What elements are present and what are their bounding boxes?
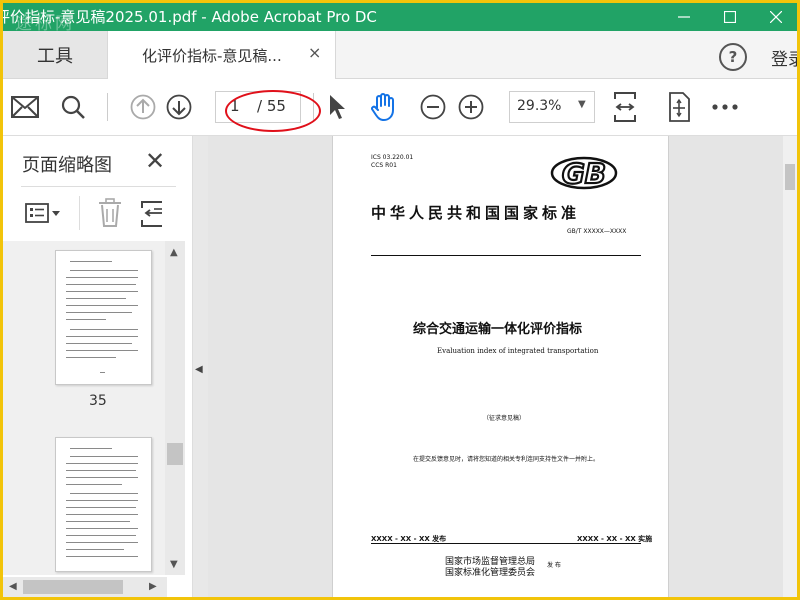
scroll-thumb[interactable] (167, 443, 183, 465)
minimize-button[interactable] (661, 3, 707, 31)
standard-code: GB/T XXXXX—XXXX (567, 228, 627, 235)
tab-bar: 工具 化评价指标-意见稿... × ? 登录 (3, 31, 797, 79)
mail-icon (11, 96, 39, 118)
zoom-in-button[interactable] (455, 79, 487, 135)
next-page-button[interactable] (161, 79, 197, 135)
login-link[interactable]: 登录 (771, 45, 797, 70)
page-thumbnail[interactable] (55, 250, 152, 385)
tab-tools[interactable]: 工具 (3, 31, 107, 78)
page-thumbnail[interactable] (55, 437, 152, 572)
more-icon (712, 104, 738, 110)
fit-page-button[interactable] (609, 79, 641, 135)
thumbnail-page-number: 35 (89, 393, 107, 409)
trash-icon (99, 198, 121, 227)
tab-close-icon[interactable]: × (308, 43, 321, 62)
draft-label: （征求意见稿） (483, 415, 526, 422)
thumbnail-list[interactable]: 35 (3, 241, 185, 575)
delete-page-button[interactable] (97, 198, 123, 232)
document-view[interactable]: ICS 03.220.01 CCS R01 GB 中华人民共和国国家标准 GB/… (208, 136, 783, 597)
issue-label: 发 布 (547, 562, 561, 569)
issuer-2: 国家标准化管理委员会 (445, 568, 536, 578)
thumbnail-options-button[interactable] (25, 202, 63, 230)
gb-logo-text: GB (562, 157, 606, 190)
chevron-down-icon: ▼ (578, 99, 586, 110)
insert-page-icon (141, 201, 162, 227)
hand-tool-button[interactable] (365, 79, 403, 135)
close-icon (770, 11, 782, 23)
thumbnail-hscrollbar[interactable]: ◀ ▶ (3, 577, 167, 597)
ccs-code: CCS R01 (371, 162, 397, 169)
next-page-icon (166, 94, 192, 120)
gb-logo: GB (550, 156, 618, 191)
scroll-mode-icon (669, 92, 690, 122)
document-title-cn: 综合交通运输一体化评价指标 (413, 322, 583, 337)
tab-document[interactable]: 化评价指标-意见稿... × (107, 31, 336, 79)
scroll-left-icon[interactable]: ◀ (9, 581, 17, 592)
maximize-button[interactable] (707, 3, 753, 31)
minimize-icon (678, 16, 690, 18)
document-scrollbar[interactable] (783, 136, 797, 597)
thumbnail-options-icon (25, 203, 60, 223)
scroll-down-icon[interactable]: ▼ (170, 559, 178, 570)
thumbnail-scrollbar[interactable]: ▲ ▼ (165, 241, 185, 575)
ics-code: ICS 03.220.01 (371, 154, 414, 161)
thumbnails-panel: 页面缩略图 ✕ 35 ▲ ▼ ◀ ▶ (3, 136, 193, 597)
email-button[interactable] (7, 79, 43, 135)
scroll-up-icon[interactable]: ▲ (170, 247, 178, 258)
help-button[interactable]: ? (719, 43, 747, 71)
pdf-page: ICS 03.220.01 CCS R01 GB 中华人民共和国国家标准 GB/… (332, 136, 669, 597)
zoom-out-icon (420, 94, 446, 120)
toolbar-separator (107, 93, 108, 121)
panel-separator (79, 196, 80, 230)
title-bar: 评价指标-意见稿2025.01.pdf - Adobe Acrobat Pro … (3, 3, 797, 34)
search-button[interactable] (55, 79, 91, 135)
document-title-en: Evaluation index of integrated transport… (437, 347, 599, 355)
panel-divider (21, 186, 176, 187)
zoom-in-icon (458, 94, 484, 120)
panel-title: 页面缩略图 (22, 155, 112, 176)
panel-collapse-handle[interactable]: ◀ (193, 136, 208, 597)
zoom-out-button[interactable] (417, 79, 449, 135)
footer-rule (371, 543, 641, 544)
prev-page-button[interactable] (125, 79, 161, 135)
acrobat-window: 评价指标-意见稿2025.01.pdf - Adobe Acrobat Pro … (3, 3, 797, 597)
highlight-annotation (225, 90, 321, 132)
collapse-arrow-icon: ◀ (195, 364, 203, 375)
header-rule (371, 255, 641, 256)
zoom-select[interactable]: 29.3% ▼ (509, 91, 595, 123)
fit-page-icon (614, 92, 636, 122)
zoom-value: 29.3% (517, 98, 562, 114)
select-arrow-icon (330, 95, 345, 119)
scroll-right-icon[interactable]: ▶ (149, 581, 157, 592)
national-standard-heading: 中华人民共和国国家标准 (371, 204, 581, 222)
patent-notice: 在提交反馈意见时，请将您知道的相关专利连同支持性文件一并附上。 (413, 456, 600, 463)
close-window-button[interactable] (753, 3, 797, 31)
maximize-icon (724, 11, 736, 23)
prev-page-icon (130, 94, 156, 120)
more-tools-button[interactable] (709, 79, 741, 135)
search-icon (61, 95, 85, 119)
hand-icon (371, 93, 394, 121)
toolbar: 1 / 55 29.3% ▼ (3, 79, 797, 136)
select-tool-button[interactable] (321, 79, 353, 135)
doc-scroll-thumb[interactable] (785, 164, 795, 190)
tab-document-label: 化评价指标-意见稿... (142, 47, 282, 65)
scroll-mode-button[interactable] (663, 79, 695, 135)
hscroll-thumb[interactable] (23, 580, 123, 594)
insert-page-button[interactable] (140, 200, 164, 232)
panel-close-icon[interactable]: ✕ (145, 147, 165, 175)
